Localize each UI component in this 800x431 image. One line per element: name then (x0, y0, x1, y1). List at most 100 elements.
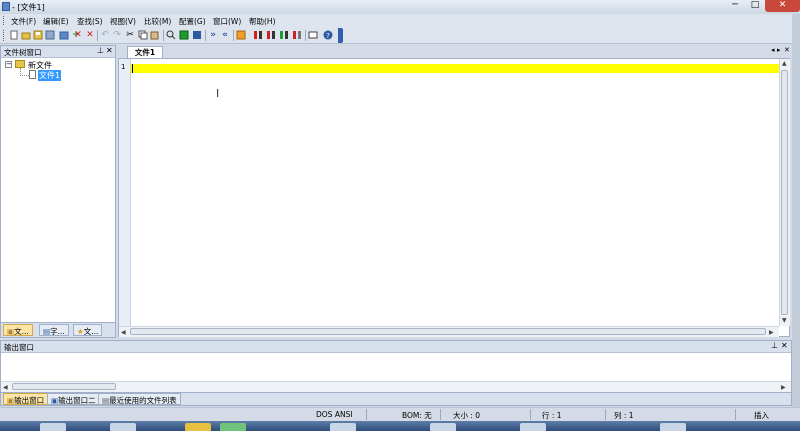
status-separator (735, 409, 736, 420)
tree-child-item[interactable]: 文件1 (38, 70, 62, 81)
file-icon (29, 70, 36, 79)
folder-icon (15, 60, 25, 68)
horizontal-scroll-thumb[interactable] (130, 328, 766, 335)
pin-icon[interactable]: ⊥ (97, 46, 104, 55)
menu-grip (3, 16, 6, 25)
taskbar-button[interactable] (220, 423, 246, 431)
help-icon[interactable]: ? (323, 30, 333, 40)
output-tab-label: 最近使用的文件列表 (109, 396, 177, 405)
save-all-icon[interactable] (45, 30, 55, 40)
current-line-highlight (131, 64, 779, 73)
menu-edit[interactable]: 编辑(E) (43, 16, 69, 27)
output-tab-label: 输出窗口二 (58, 396, 96, 405)
tree-tab-favorites[interactable]: ★文... (73, 324, 103, 336)
output-tab-2[interactable]: ▣输出窗口二 (47, 393, 100, 405)
toolbar-separator (305, 30, 306, 41)
sync-right-icon[interactable] (279, 30, 289, 40)
menu-file[interactable]: 文件(F) (11, 16, 36, 27)
toolbar-separator (163, 30, 164, 41)
toolbar-overflow[interactable] (338, 28, 343, 43)
minimize-button[interactable]: ─ (725, 0, 745, 12)
paste-icon[interactable] (150, 30, 160, 40)
undo-icon[interactable]: ↶ (100, 30, 110, 40)
taskbar-button[interactable] (660, 423, 686, 431)
scroll-left-icon[interactable]: ◀ (3, 384, 8, 391)
menu-find[interactable]: 查找(S) (77, 16, 103, 27)
scroll-down-icon[interactable]: ▼ (782, 317, 787, 324)
menu-help[interactable]: 帮助(H) (249, 16, 276, 27)
tree-tab-files[interactable]: ▣文... (3, 324, 33, 336)
taskbar-button[interactable] (430, 423, 456, 431)
tab-scroll-right-icon[interactable]: ▸ (777, 46, 781, 54)
prev-diff-icon[interactable]: » (208, 30, 218, 40)
output-tab-label: 输出窗口 (14, 396, 45, 405)
file-tree-title: 文件树窗口 (4, 48, 42, 57)
close-all-icon[interactable]: ✕ (85, 30, 95, 40)
close-window-button[interactable]: ✕ (765, 0, 800, 12)
find-icon[interactable] (166, 30, 176, 40)
close-panel-icon[interactable]: ✕ (106, 46, 113, 55)
hex-icon[interactable] (308, 30, 318, 40)
window-title: - [文件1] (12, 3, 45, 12)
new-file-icon[interactable] (9, 30, 19, 40)
cut-icon[interactable]: ✂ (125, 30, 135, 40)
merge-icon[interactable] (292, 30, 302, 40)
maximize-button[interactable]: □ (745, 0, 765, 12)
scroll-up-icon[interactable]: ▲ (782, 60, 787, 67)
pin-icon[interactable]: ⊥ (771, 341, 778, 350)
taskbar-button[interactable] (185, 423, 211, 431)
status-separator (530, 409, 531, 420)
taskbar-button[interactable] (40, 423, 66, 431)
recent-files-tab[interactable]: ▤最近使用的文件列表 (98, 393, 181, 405)
tree-expander[interactable]: − (5, 61, 12, 68)
status-separator (605, 409, 606, 420)
menu-config[interactable]: 配置(G) (179, 16, 206, 27)
next-diff-icon[interactable]: « (220, 30, 230, 40)
compare-icon[interactable] (236, 30, 246, 40)
close-tab-icon[interactable]: ✕ (784, 46, 790, 54)
menu-compare[interactable]: 比较(M) (144, 16, 171, 27)
output-horizontal-scrollbar[interactable]: ◀ ▶ (1, 381, 791, 392)
copy-icon[interactable] (138, 30, 148, 40)
status-bom: BOM: 无 (402, 411, 432, 420)
scroll-left-icon[interactable]: ◀ (121, 329, 126, 336)
file-tree-header: 文件树窗口 ⊥ ✕ (1, 46, 115, 58)
close-icon[interactable]: ✕ (73, 30, 83, 40)
editor-vertical-scrollbar[interactable]: ▲ ▼ (779, 59, 790, 326)
replace-icon[interactable] (179, 30, 189, 40)
menu-window[interactable]: 窗口(W) (213, 16, 241, 27)
status-separator (366, 409, 367, 420)
taskbar-button[interactable] (330, 423, 356, 431)
scroll-right-icon[interactable]: ▶ (769, 329, 774, 336)
text-editor[interactable]: 1 I ▲ ▼ ◀ ▶ (118, 58, 790, 337)
open-file-icon[interactable] (21, 30, 31, 40)
goto-icon[interactable] (192, 30, 202, 40)
output-tab-1[interactable]: ▣输出窗口 (3, 393, 49, 405)
print-icon[interactable] (59, 30, 69, 40)
os-taskbar (0, 421, 800, 431)
tree-tab-chars[interactable]: ▤字... (39, 324, 69, 336)
tab-scroll-left-icon[interactable]: ◂ (771, 46, 775, 54)
redo-icon[interactable]: ↷ (112, 30, 122, 40)
taskbar-button[interactable] (520, 423, 546, 431)
status-bar: DOS ANSI BOM: 无 大小 : 0 行 : 1 列 : 1 插入 (0, 407, 800, 420)
menu-view[interactable]: 视图(V) (110, 16, 136, 27)
status-size: 大小 : 0 (453, 411, 481, 420)
line-gutter: 1 (119, 59, 131, 326)
tree-tab-label: 字... (50, 327, 65, 336)
editor-horizontal-scrollbar[interactable]: ◀ ▶ (119, 326, 779, 337)
close-panel-icon[interactable]: ✕ (781, 341, 788, 350)
vertical-scroll-thumb[interactable] (781, 70, 788, 315)
toolbar-separator (97, 30, 98, 41)
editor-tab-bar: 文件1 ◂ ▸ ✕ (117, 45, 800, 59)
taskbar-button[interactable] (110, 423, 136, 431)
save-icon[interactable] (33, 30, 43, 40)
output-panel: 输出窗口 ⊥ ✕ ◀ ▶ ▣输出窗口 ▣输出窗口二 ▤最近使用的文件列表 (0, 340, 792, 406)
sync-icon[interactable] (253, 30, 263, 40)
toolbar-separator (205, 30, 206, 41)
scroll-right-icon[interactable]: ▶ (781, 384, 786, 391)
horizontal-scroll-thumb[interactable] (12, 383, 116, 390)
output-title: 输出窗口 (4, 343, 34, 352)
file-tree-tabs: ▣文... ▤字... ★文... (1, 322, 115, 337)
sync-left-icon[interactable] (266, 30, 276, 40)
